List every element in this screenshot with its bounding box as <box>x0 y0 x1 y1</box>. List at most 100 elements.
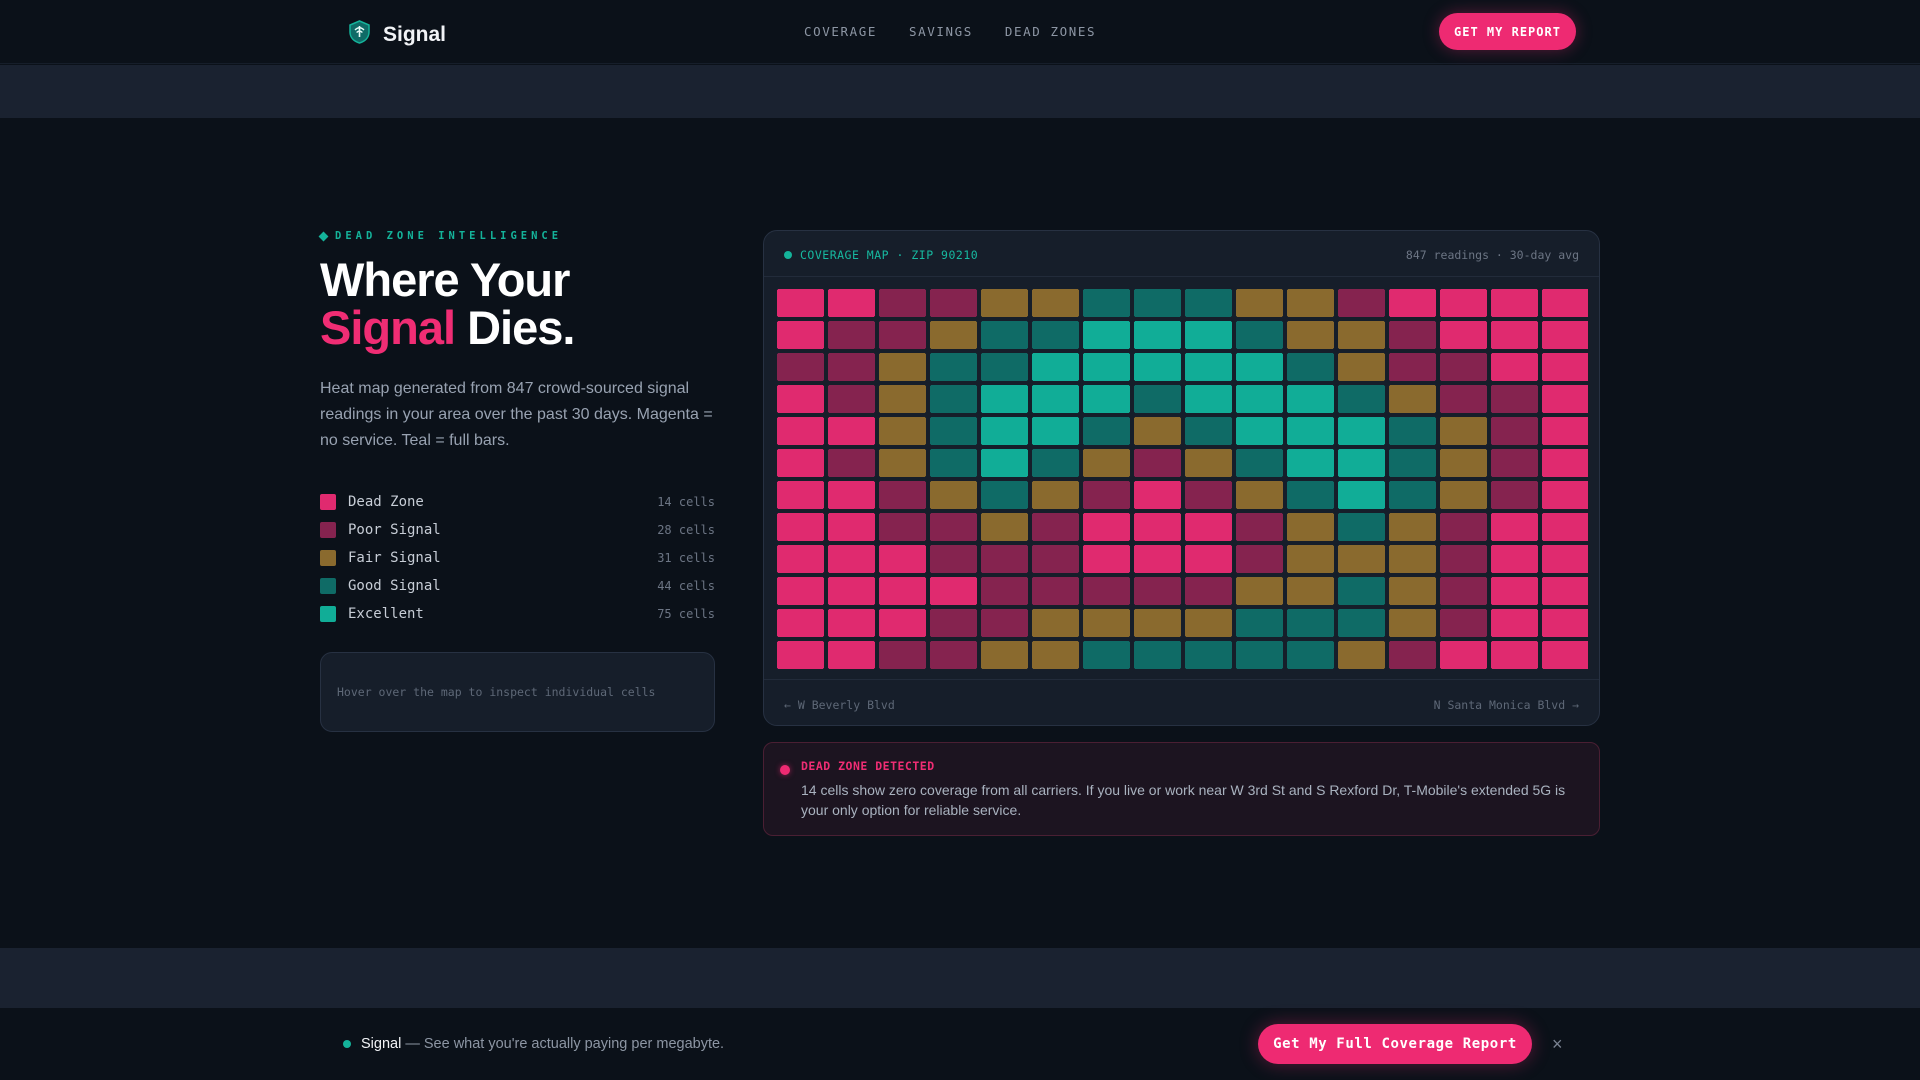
heatmap-cell[interactable] <box>1338 449 1385 477</box>
heatmap-cell[interactable] <box>1083 545 1130 573</box>
heatmap-cell[interactable] <box>981 481 1028 509</box>
heatmap-cell[interactable] <box>1032 513 1079 541</box>
heatmap-cell[interactable] <box>1440 481 1487 509</box>
heatmap-cell[interactable] <box>1134 577 1181 605</box>
heatmap-cell[interactable] <box>1083 289 1130 317</box>
heatmap-cell[interactable] <box>1134 641 1181 669</box>
heatmap-cell[interactable] <box>930 417 977 445</box>
heatmap-cell[interactable] <box>930 545 977 573</box>
heatmap-cell[interactable] <box>1185 321 1232 349</box>
heatmap-cell[interactable] <box>1491 577 1538 605</box>
heatmap-cell[interactable] <box>1236 513 1283 541</box>
heatmap-cell[interactable] <box>1389 641 1436 669</box>
heatmap-cell[interactable] <box>1236 545 1283 573</box>
heatmap-cell[interactable] <box>1185 417 1232 445</box>
heatmap-cell[interactable] <box>1236 641 1283 669</box>
get-report-button[interactable]: GET MY REPORT <box>1439 13 1576 50</box>
heatmap-cell[interactable] <box>1542 417 1588 445</box>
heatmap-cell[interactable] <box>1287 321 1334 349</box>
heatmap-cell[interactable] <box>1032 449 1079 477</box>
nav-link-coverage[interactable]: COVERAGE <box>804 24 877 39</box>
heatmap-cell[interactable] <box>1185 481 1232 509</box>
heatmap-cell[interactable] <box>1389 321 1436 349</box>
heatmap-cell[interactable] <box>1491 641 1538 669</box>
heatmap-cell[interactable] <box>1542 577 1588 605</box>
heatmap-cell[interactable] <box>1083 385 1130 413</box>
heatmap-cell[interactable] <box>1134 481 1181 509</box>
close-icon[interactable]: × <box>1552 1034 1563 1055</box>
heatmap-cell[interactable] <box>879 609 926 637</box>
heatmap-cell[interactable] <box>777 609 824 637</box>
heatmap-cell[interactable] <box>1338 353 1385 381</box>
heatmap-cell[interactable] <box>1236 321 1283 349</box>
heatmap-cell[interactable] <box>1542 641 1588 669</box>
full-report-button[interactable]: Get My Full Coverage Report <box>1258 1024 1532 1064</box>
heatmap-cell[interactable] <box>1389 609 1436 637</box>
heatmap-cell[interactable] <box>1032 385 1079 413</box>
heatmap-cell[interactable] <box>1236 385 1283 413</box>
heatmap-cell[interactable] <box>1083 513 1130 541</box>
heatmap-cell[interactable] <box>1491 513 1538 541</box>
heatmap-cell[interactable] <box>1542 481 1588 509</box>
heatmap-cell[interactable] <box>1389 481 1436 509</box>
heatmap-cell[interactable] <box>1338 609 1385 637</box>
heatmap-cell[interactable] <box>1134 609 1181 637</box>
heatmap-cell[interactable] <box>1542 321 1588 349</box>
heatmap-cell[interactable] <box>1185 289 1232 317</box>
heatmap-cell[interactable] <box>1389 353 1436 381</box>
heatmap-cell[interactable] <box>1287 481 1334 509</box>
heatmap-cell[interactable] <box>1236 353 1283 381</box>
heatmap-cell[interactable] <box>777 545 824 573</box>
heatmap-cell[interactable] <box>1440 385 1487 413</box>
heatmap-cell[interactable] <box>1236 417 1283 445</box>
heatmap-cell[interactable] <box>981 289 1028 317</box>
heatmap-cell[interactable] <box>879 353 926 381</box>
heatmap-cell[interactable] <box>879 417 926 445</box>
heatmap-cell[interactable] <box>879 545 926 573</box>
heatmap-cell[interactable] <box>1389 289 1436 317</box>
heatmap-cell[interactable] <box>1236 609 1283 637</box>
heatmap-cell[interactable] <box>981 545 1028 573</box>
heatmap-cell[interactable] <box>1032 353 1079 381</box>
heatmap-cell[interactable] <box>1185 609 1232 637</box>
heatmap-cell[interactable] <box>1236 577 1283 605</box>
heatmap-cell[interactable] <box>1236 289 1283 317</box>
heatmap-cell[interactable] <box>828 641 875 669</box>
heatmap-cell[interactable] <box>1083 641 1130 669</box>
heatmap-cell[interactable] <box>828 353 875 381</box>
heatmap-cell[interactable] <box>1134 417 1181 445</box>
heatmap-cell[interactable] <box>828 481 875 509</box>
heatmap-cell[interactable] <box>828 449 875 477</box>
heatmap-cell[interactable] <box>879 321 926 349</box>
heatmap-cell[interactable] <box>981 353 1028 381</box>
heatmap-cell[interactable] <box>777 513 824 541</box>
heatmap-cell[interactable] <box>828 385 875 413</box>
heatmap-cell[interactable] <box>1185 641 1232 669</box>
heatmap-cell[interactable] <box>930 289 977 317</box>
heatmap-cell[interactable] <box>981 449 1028 477</box>
heatmap-cell[interactable] <box>828 321 875 349</box>
nav-link-savings[interactable]: SAVINGS <box>909 24 973 39</box>
heatmap-cell[interactable] <box>1338 641 1385 669</box>
heatmap-cell[interactable] <box>1440 353 1487 381</box>
heatmap-cell[interactable] <box>879 641 926 669</box>
heatmap-cell[interactable] <box>777 481 824 509</box>
heatmap-cell[interactable] <box>879 481 926 509</box>
heatmap-cell[interactable] <box>1440 289 1487 317</box>
heatmap-cell[interactable] <box>1134 513 1181 541</box>
heatmap-cell[interactable] <box>981 417 1028 445</box>
heatmap-cell[interactable] <box>1287 513 1334 541</box>
heatmap-cell[interactable] <box>1134 385 1181 413</box>
heatmap-cell[interactable] <box>1542 513 1588 541</box>
heatmap-cell[interactable] <box>981 577 1028 605</box>
heatmap-cell[interactable] <box>1338 321 1385 349</box>
heatmap-cell[interactable] <box>879 289 926 317</box>
heatmap-cell[interactable] <box>1542 545 1588 573</box>
heatmap-cell[interactable] <box>1338 513 1385 541</box>
heatmap-cell[interactable] <box>1185 449 1232 477</box>
heatmap-cell[interactable] <box>828 289 875 317</box>
heatmap-cell[interactable] <box>1287 385 1334 413</box>
heatmap-cell[interactable] <box>1491 353 1538 381</box>
heatmap-cell[interactable] <box>1083 449 1130 477</box>
heatmap-cell[interactable] <box>1440 449 1487 477</box>
